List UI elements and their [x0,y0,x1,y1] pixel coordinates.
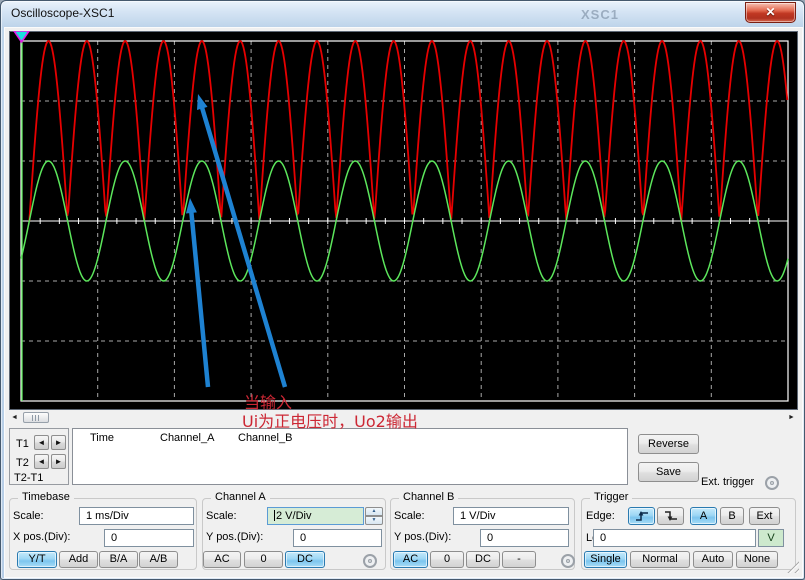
t1-left-button[interactable]: ◄ [34,435,49,450]
t1-right-button[interactable]: ► [51,435,66,450]
trigger-title: Trigger [590,491,632,503]
rising-edge-icon [634,510,650,522]
timebase-add-button[interactable]: Add [59,551,98,568]
channel-b-scale-label: Scale: [394,510,425,522]
channel-a-dc-button[interactable]: DC [285,551,325,568]
trigger-normal-button[interactable]: Normal [630,551,690,568]
channel-b-ypos-label: Y pos.(Div): [394,531,451,543]
title-bar[interactable]: Oscilloscope-XSC1 XSC1 ✕ [1,1,804,27]
title-watermark: XSC1 [581,7,619,22]
ext-trigger-label: Ext. trigger [701,476,754,488]
oscilloscope-window: Oscilloscope-XSC1 XSC1 ✕ 当输入 Ui为正电压时，Uo2… [0,0,805,580]
channel-b-ypos-field[interactable]: 0 [480,529,569,547]
readout-header-time: Time [90,432,114,444]
spinner-down-icon[interactable]: ▼ [365,516,383,525]
trigger-level-unit-select[interactable]: V [758,529,784,547]
channel-a-scale-field[interactable]: 2 V/Div [267,507,364,525]
channel-a-title: Channel A [211,491,270,503]
scroll-right-icon[interactable]: ► [786,412,797,423]
scrollbar-grip-icon [32,415,41,421]
text-caret [274,510,275,521]
reverse-button[interactable]: Reverse [638,434,699,454]
t2-left-button[interactable]: ◄ [34,454,49,469]
t2-right-button[interactable]: ► [51,454,66,469]
channel-b-connector-icon [561,554,575,568]
trigger-auto-button[interactable]: Auto [693,551,733,568]
readout-header-channel-b: Channel_B [238,432,292,444]
channel-b-zero-button[interactable]: 0 [430,551,464,568]
waveform-display [9,31,798,410]
timebase-yt-button[interactable]: Y/T [17,551,57,568]
scope-graticule [9,31,798,410]
channel-a-zero-button[interactable]: 0 [244,551,283,568]
timebase-title: Timebase [18,491,74,503]
timebase-xpos-field[interactable]: 0 [104,529,194,547]
rising-edge-button[interactable] [628,507,655,525]
channel-a-ac-button[interactable]: AC [203,551,241,568]
trigger-level-field[interactable]: 0 [593,529,756,547]
timebase-scale-label: Scale: [13,510,44,522]
channel-a-ypos-field[interactable]: 0 [293,529,382,547]
channel-a-connector-icon [363,554,377,568]
channel-b-dc-button[interactable]: DC [466,551,500,568]
timebase-scale-field[interactable]: 1 ms/Div [79,507,194,525]
t1-label: T1 [16,438,29,450]
trigger-none-button[interactable]: None [736,551,778,568]
readout-panel: Time Channel_A Channel_B [72,428,628,485]
channel-b-scale-field[interactable]: 1 V/Div [453,507,569,525]
annotation-line-2: Ui为正电压时，Uo2输出 [242,413,418,431]
close-button[interactable]: ✕ [745,2,796,23]
annotation-line-1: 当输入 [244,394,292,412]
cursor-panel: T1 ◄ ► T2 ◄ ► T2-T1 [9,428,69,485]
channel-b-title: Channel B [399,491,458,503]
channel-b-minus-button[interactable]: - [502,551,536,568]
cursor-1-marker-icon [14,31,29,42]
channel-a-trace [29,41,787,221]
spinner-up-icon[interactable]: ▲ [365,507,383,516]
close-icon: ✕ [765,5,775,19]
window-title: Oscilloscope-XSC1 [11,1,114,26]
channel-a-scale-spinner: ▲ ▼ [365,507,383,525]
readout-header-channel-a: Channel_A [160,432,214,444]
channel-a-scale-label: Scale: [206,510,237,522]
t2-t1-label: T2-T1 [14,472,43,484]
scroll-left-icon[interactable]: ◄ [9,412,20,423]
trigger-single-button[interactable]: Single [584,551,627,568]
trigger-source-ext-button[interactable]: Ext [749,507,780,525]
trigger-source-b-button[interactable]: B [720,507,744,525]
scrollbar-thumb[interactable] [23,412,49,423]
annotation-arrow [191,207,208,387]
falling-edge-button[interactable] [657,507,684,525]
ext-trigger-connector-icon [765,476,779,490]
t2-label: T2 [16,457,29,469]
timebase-xpos-label: X pos.(Div): [13,531,70,543]
trigger-source-a-button[interactable]: A [690,507,717,525]
annotation-arrow [201,103,285,387]
timebase-ab-button[interactable]: A/B [139,551,178,568]
trigger-edge-label: Edge: [586,510,615,522]
save-button[interactable]: Save [638,462,699,482]
timebase-ba-button[interactable]: B/A [99,551,138,568]
channel-a-ypos-label: Y pos.(Div): [206,531,263,543]
channel-b-ac-button[interactable]: AC [393,551,428,568]
falling-edge-icon [663,510,679,522]
